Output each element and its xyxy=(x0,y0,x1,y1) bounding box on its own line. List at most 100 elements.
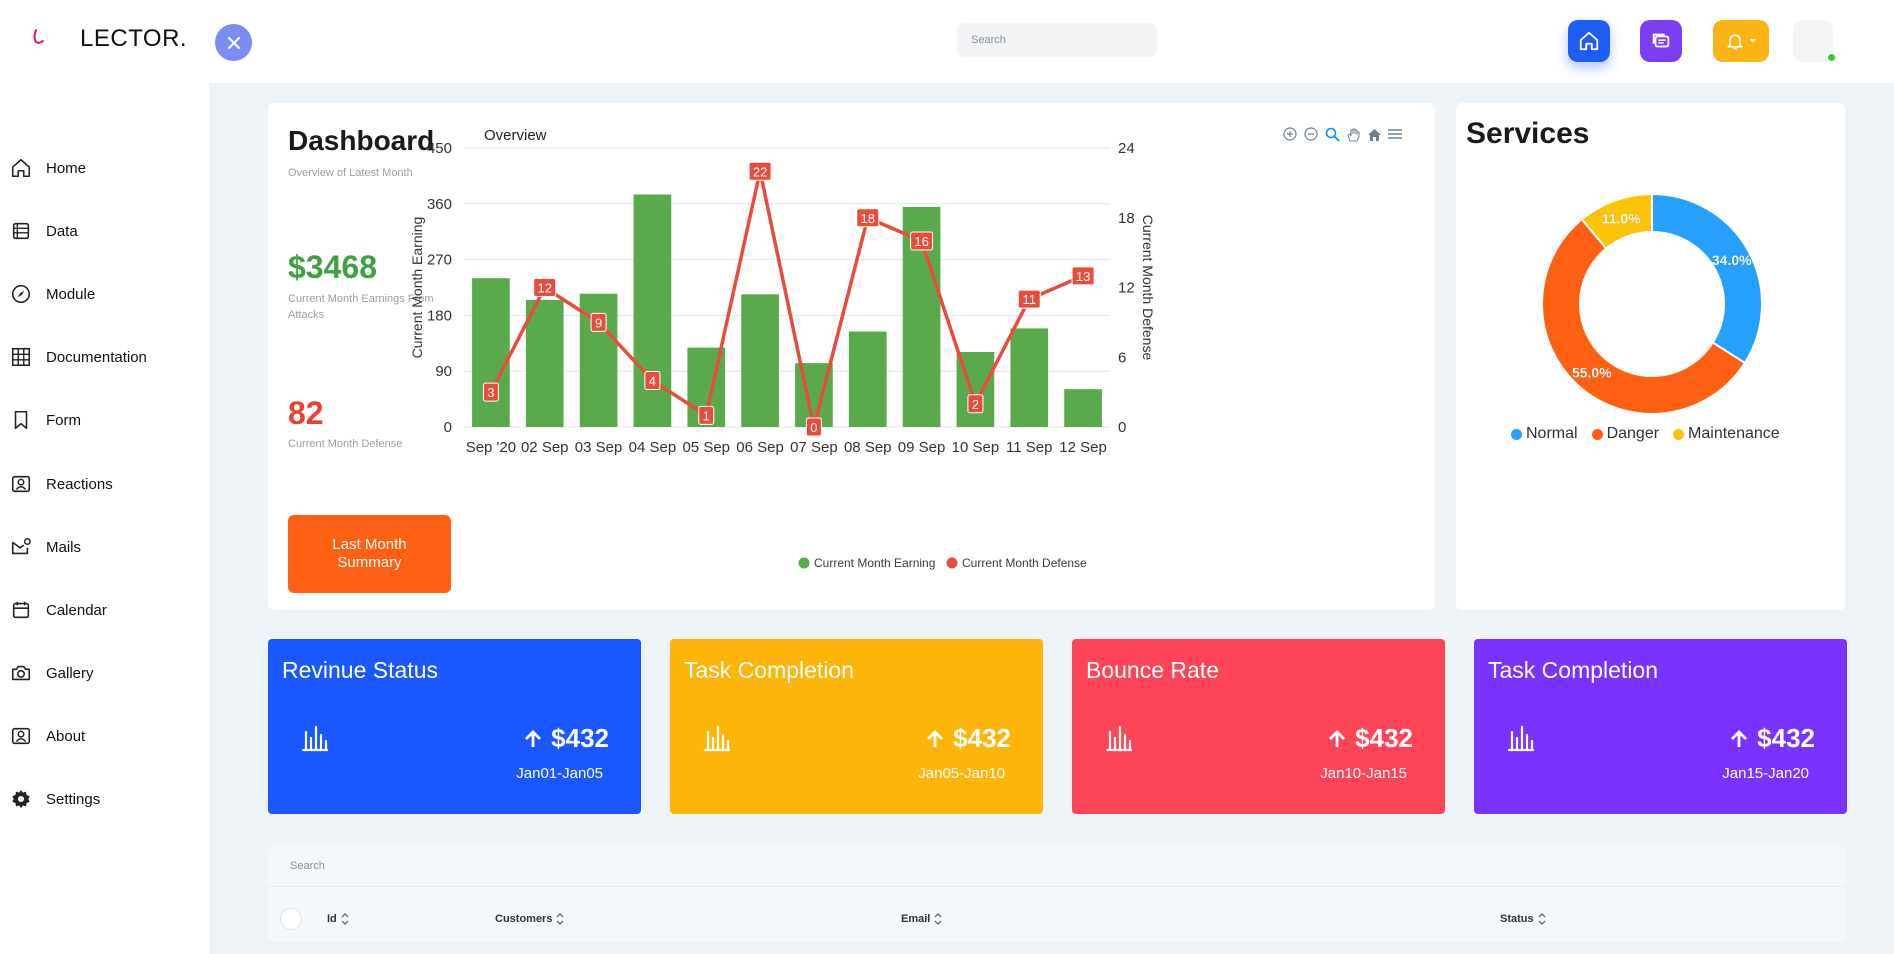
arrow-up-icon xyxy=(927,729,944,747)
magnifier-icon[interactable] xyxy=(1324,126,1340,142)
legend-label: Danger xyxy=(1606,425,1660,442)
search-input[interactable] xyxy=(957,23,1157,57)
notifications-button[interactable] xyxy=(1713,20,1769,62)
grid-icon xyxy=(11,347,31,367)
legend-dot xyxy=(798,557,810,569)
stat-value: $432 xyxy=(523,723,609,754)
legend-dot xyxy=(946,557,958,569)
sidebar-item-documentation[interactable]: Documentation xyxy=(10,342,147,372)
x-tick-label: Sep '20 xyxy=(466,439,516,456)
stat-card-bounce-rate[interactable]: Bounce Rate $432 Jan10-Jan15 xyxy=(1072,639,1445,814)
bar-chart-icon xyxy=(1507,725,1535,752)
bell-icon xyxy=(1727,34,1743,50)
logo-icon xyxy=(33,29,44,44)
legend-label: Current Month Defense xyxy=(962,556,1087,570)
stat-amount: $432 xyxy=(551,723,609,753)
column-header-customers[interactable]: Customers xyxy=(495,912,564,926)
sidebar-item-mails[interactable]: Mails xyxy=(10,532,81,562)
data-label: 4 xyxy=(649,374,656,389)
sidebar-item-settings[interactable]: Settings xyxy=(10,784,100,814)
sidebar-item-label: Calendar xyxy=(46,601,107,619)
column-label: Status xyxy=(1500,913,1534,925)
bookmark-icon xyxy=(14,410,28,430)
zoom-in-icon[interactable] xyxy=(1282,126,1298,142)
menu-icon[interactable] xyxy=(1387,126,1403,142)
camera-icon xyxy=(11,665,31,681)
select-all-checkbox[interactable] xyxy=(280,908,302,930)
data-icon xyxy=(12,222,30,240)
stat-title: Task Completion xyxy=(684,657,855,683)
x-tick-label: 12 Sep xyxy=(1059,439,1107,456)
zoom-out-icon[interactable] xyxy=(1303,126,1319,142)
close-sidebar-button[interactable] xyxy=(215,24,252,61)
messages-button[interactable] xyxy=(1640,20,1682,62)
stat-card-task-completion-2[interactable]: Task Completion $432 Jan15-Jan20 xyxy=(1474,639,1847,814)
column-header-id[interactable]: Id xyxy=(327,912,349,926)
overview-chart: 09018027036045006121824Current Month Ear… xyxy=(409,140,1156,570)
top-bar: LECTOR. xyxy=(0,0,1894,83)
pan-hand-icon[interactable] xyxy=(1345,126,1361,142)
y2-axis-title: Current Month Defense xyxy=(1140,215,1156,361)
sidebar-item-label: Data xyxy=(46,222,78,240)
stat-title: Task Completion xyxy=(1488,657,1659,683)
sidebar-item-module[interactable]: Module xyxy=(10,279,95,309)
sort-icon xyxy=(1538,913,1546,925)
x-tick-label: 04 Sep xyxy=(629,439,677,456)
sidebar-item-home[interactable]: Home xyxy=(10,153,86,183)
legend-item-danger[interactable]: Danger xyxy=(1591,425,1660,443)
data-label: 18 xyxy=(861,211,875,226)
compass-icon xyxy=(11,284,31,304)
chart-legend: Current Month Earning Current Month Defen… xyxy=(798,556,1087,570)
y2-tick-label: 24 xyxy=(1118,140,1135,157)
home-button[interactable] xyxy=(1568,20,1610,62)
stat-card-task-completion[interactable]: Task Completion $432 Jan05-Jan10 xyxy=(670,639,1043,814)
customers-table: Id Customers Email Status xyxy=(268,845,1845,942)
services-card: Services 34.0% 55.0% 11.0% Normal Danger M… xyxy=(1456,103,1845,610)
person-badge-icon xyxy=(11,475,31,493)
sidebar-item-form[interactable]: Form xyxy=(10,405,81,435)
bar-chart-icon xyxy=(1105,725,1133,752)
x-tick-label: 03 Sep xyxy=(575,439,623,456)
column-header-email[interactable]: Email xyxy=(901,912,942,926)
data-label: 16 xyxy=(914,234,928,249)
arrow-up-icon xyxy=(1731,729,1748,747)
bar xyxy=(633,194,672,427)
sidebar-item-about[interactable]: About xyxy=(10,721,85,751)
person-badge-icon xyxy=(11,727,31,745)
legend-item-maintenance[interactable]: Maintenance xyxy=(1673,425,1780,443)
y-tick-label: 270 xyxy=(427,252,452,269)
legend-dot xyxy=(1673,428,1685,440)
chevron-down-icon xyxy=(1750,39,1756,43)
legend-item-normal[interactable]: Normal xyxy=(1511,425,1578,443)
data-label: 11 xyxy=(1023,292,1037,307)
donut-data-label: 11.0% xyxy=(1602,210,1641,226)
data-label: 0 xyxy=(810,420,817,435)
bar xyxy=(472,278,510,427)
data-label: 2 xyxy=(972,397,979,412)
reset-home-icon[interactable] xyxy=(1366,126,1382,142)
home-icon xyxy=(1579,31,1599,51)
sidebar-item-label: Home xyxy=(46,159,87,177)
legend-label: Normal xyxy=(1526,425,1578,442)
y-tick-label: 450 xyxy=(427,140,452,157)
column-header-status[interactable]: Status xyxy=(1500,912,1546,926)
sidebar-item-gallery[interactable]: Gallery xyxy=(10,658,94,688)
home-icon xyxy=(11,158,31,178)
x-tick-label: 05 Sep xyxy=(682,439,730,456)
donut-legend: Normal Danger Maintenance xyxy=(1511,425,1780,443)
sidebar-item-label: Settings xyxy=(46,790,101,808)
sort-icon xyxy=(557,913,564,925)
gear-icon xyxy=(12,789,30,809)
stat-value: $432 xyxy=(1729,723,1815,754)
y-tick-label: 360 xyxy=(427,196,452,213)
bar-chart-icon xyxy=(301,725,329,752)
stat-title: Bounce Rate xyxy=(1086,657,1219,683)
sidebar-item-reactions[interactable]: Reactions xyxy=(10,469,113,499)
services-donut-chart: 34.0% 55.0% 11.0% xyxy=(1541,192,1763,415)
sidebar-item-calendar[interactable]: Calendar xyxy=(10,595,107,625)
stat-card-revenue[interactable]: Revinue Status $432 Jan01-Jan05 xyxy=(268,639,641,814)
stat-value: $432 xyxy=(1327,723,1413,754)
y2-tick-label: 6 xyxy=(1118,349,1126,366)
table-search-input[interactable] xyxy=(276,853,676,879)
sidebar-item-data[interactable]: Data xyxy=(10,216,78,246)
